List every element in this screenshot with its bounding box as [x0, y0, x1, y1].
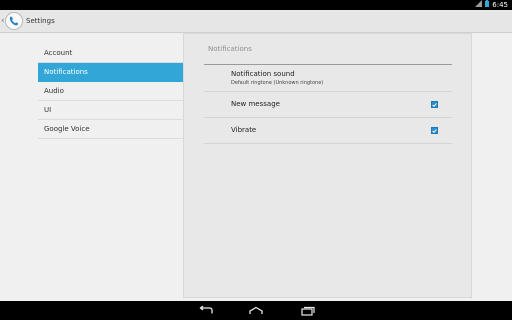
vibrate-checkbox[interactable] [431, 127, 438, 134]
action-bar: ‹ Settings [0, 10, 512, 33]
new-message-checkbox[interactable] [431, 101, 438, 108]
back-icon[interactable] [196, 301, 216, 320]
status-bar: 6:45 [0, 0, 512, 10]
sidebar-item-notifications[interactable]: Notifications [38, 63, 183, 82]
sidebar-item-audio[interactable]: Audio [38, 82, 183, 101]
pref-title: New message [231, 100, 280, 108]
battery-icon [485, 0, 490, 11]
pref-new-message[interactable]: New message [204, 92, 452, 118]
signal-icon [475, 0, 483, 11]
home-icon[interactable] [246, 301, 266, 320]
section-header: Notifications [208, 45, 252, 53]
pref-title: Vibrate [231, 126, 257, 134]
sidebar-item-google-voice[interactable]: Google Voice [38, 120, 183, 139]
sidebar-item-ui[interactable]: UI [38, 101, 183, 120]
recent-apps-icon[interactable] [298, 301, 318, 320]
status-icons: 6:45 [475, 0, 508, 10]
pref-vibrate[interactable]: Vibrate [204, 118, 452, 144]
sidebar-item-account[interactable]: Account [38, 44, 183, 63]
page-title: Settings [26, 17, 55, 25]
notifications-panel: Notifications Notification sound Default… [183, 33, 472, 298]
navigation-bar [0, 301, 512, 320]
pref-notification-sound[interactable]: Notification sound Default ringtone (Unk… [204, 65, 452, 92]
phone-icon[interactable] [5, 12, 23, 30]
status-time: 6:45 [492, 1, 508, 9]
settings-sidebar: Account Notifications Audio UI Google Vo… [38, 44, 183, 139]
pref-title: Notification sound [231, 70, 295, 78]
pref-summary: Default ringtone (Unknown ringtone) [231, 80, 324, 86]
